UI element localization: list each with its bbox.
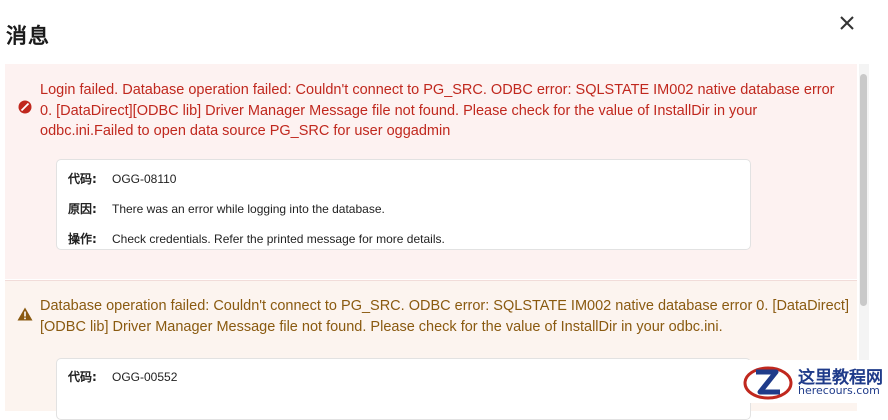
detail-value: OGG-00552 [112, 370, 178, 384]
detail-row-code: 代码: OGG-08110 [68, 170, 176, 187]
scrollbar-thumb[interactable] [860, 74, 867, 306]
warning-message-text: Database operation failed: Couldn't conn… [40, 298, 849, 335]
detail-label: 代码: [68, 172, 97, 186]
detail-row-code: 代码: OGG-00552 [68, 368, 177, 385]
detail-label: 操作: [68, 232, 97, 246]
detail-label: 代码: [68, 370, 97, 384]
detail-row-cause: 原因: There was an error while logging into… [68, 200, 385, 217]
error-message-panel: Login failed. Database operation failed:… [5, 64, 857, 279]
watermark-url: herecours.com [798, 384, 880, 397]
warning-icon [17, 307, 33, 321]
dialog-title: 消息 [6, 24, 50, 48]
close-icon[interactable] [838, 14, 856, 32]
watermark-logo: 这里教程网 herecours.com [740, 360, 888, 403]
detail-value: OGG-08110 [112, 172, 177, 186]
error-message-text: Login failed. Database operation failed:… [40, 82, 835, 139]
logo-icon [743, 366, 793, 400]
warning-details-card: 代码: OGG-00552 [56, 358, 751, 420]
error-details-card: 代码: OGG-08110 原因: There was an error while… [56, 159, 751, 250]
detail-label: 原因: [68, 202, 97, 216]
error-icon [18, 100, 32, 114]
detail-value: There was an error while logging into th… [112, 202, 385, 216]
detail-row-action: 操作: Check credentials. Refer the printed … [68, 230, 445, 247]
detail-value: Check credentials. Refer the printed mes… [112, 232, 445, 246]
warning-message-panel: Database operation failed: Couldn't conn… [5, 280, 857, 420]
